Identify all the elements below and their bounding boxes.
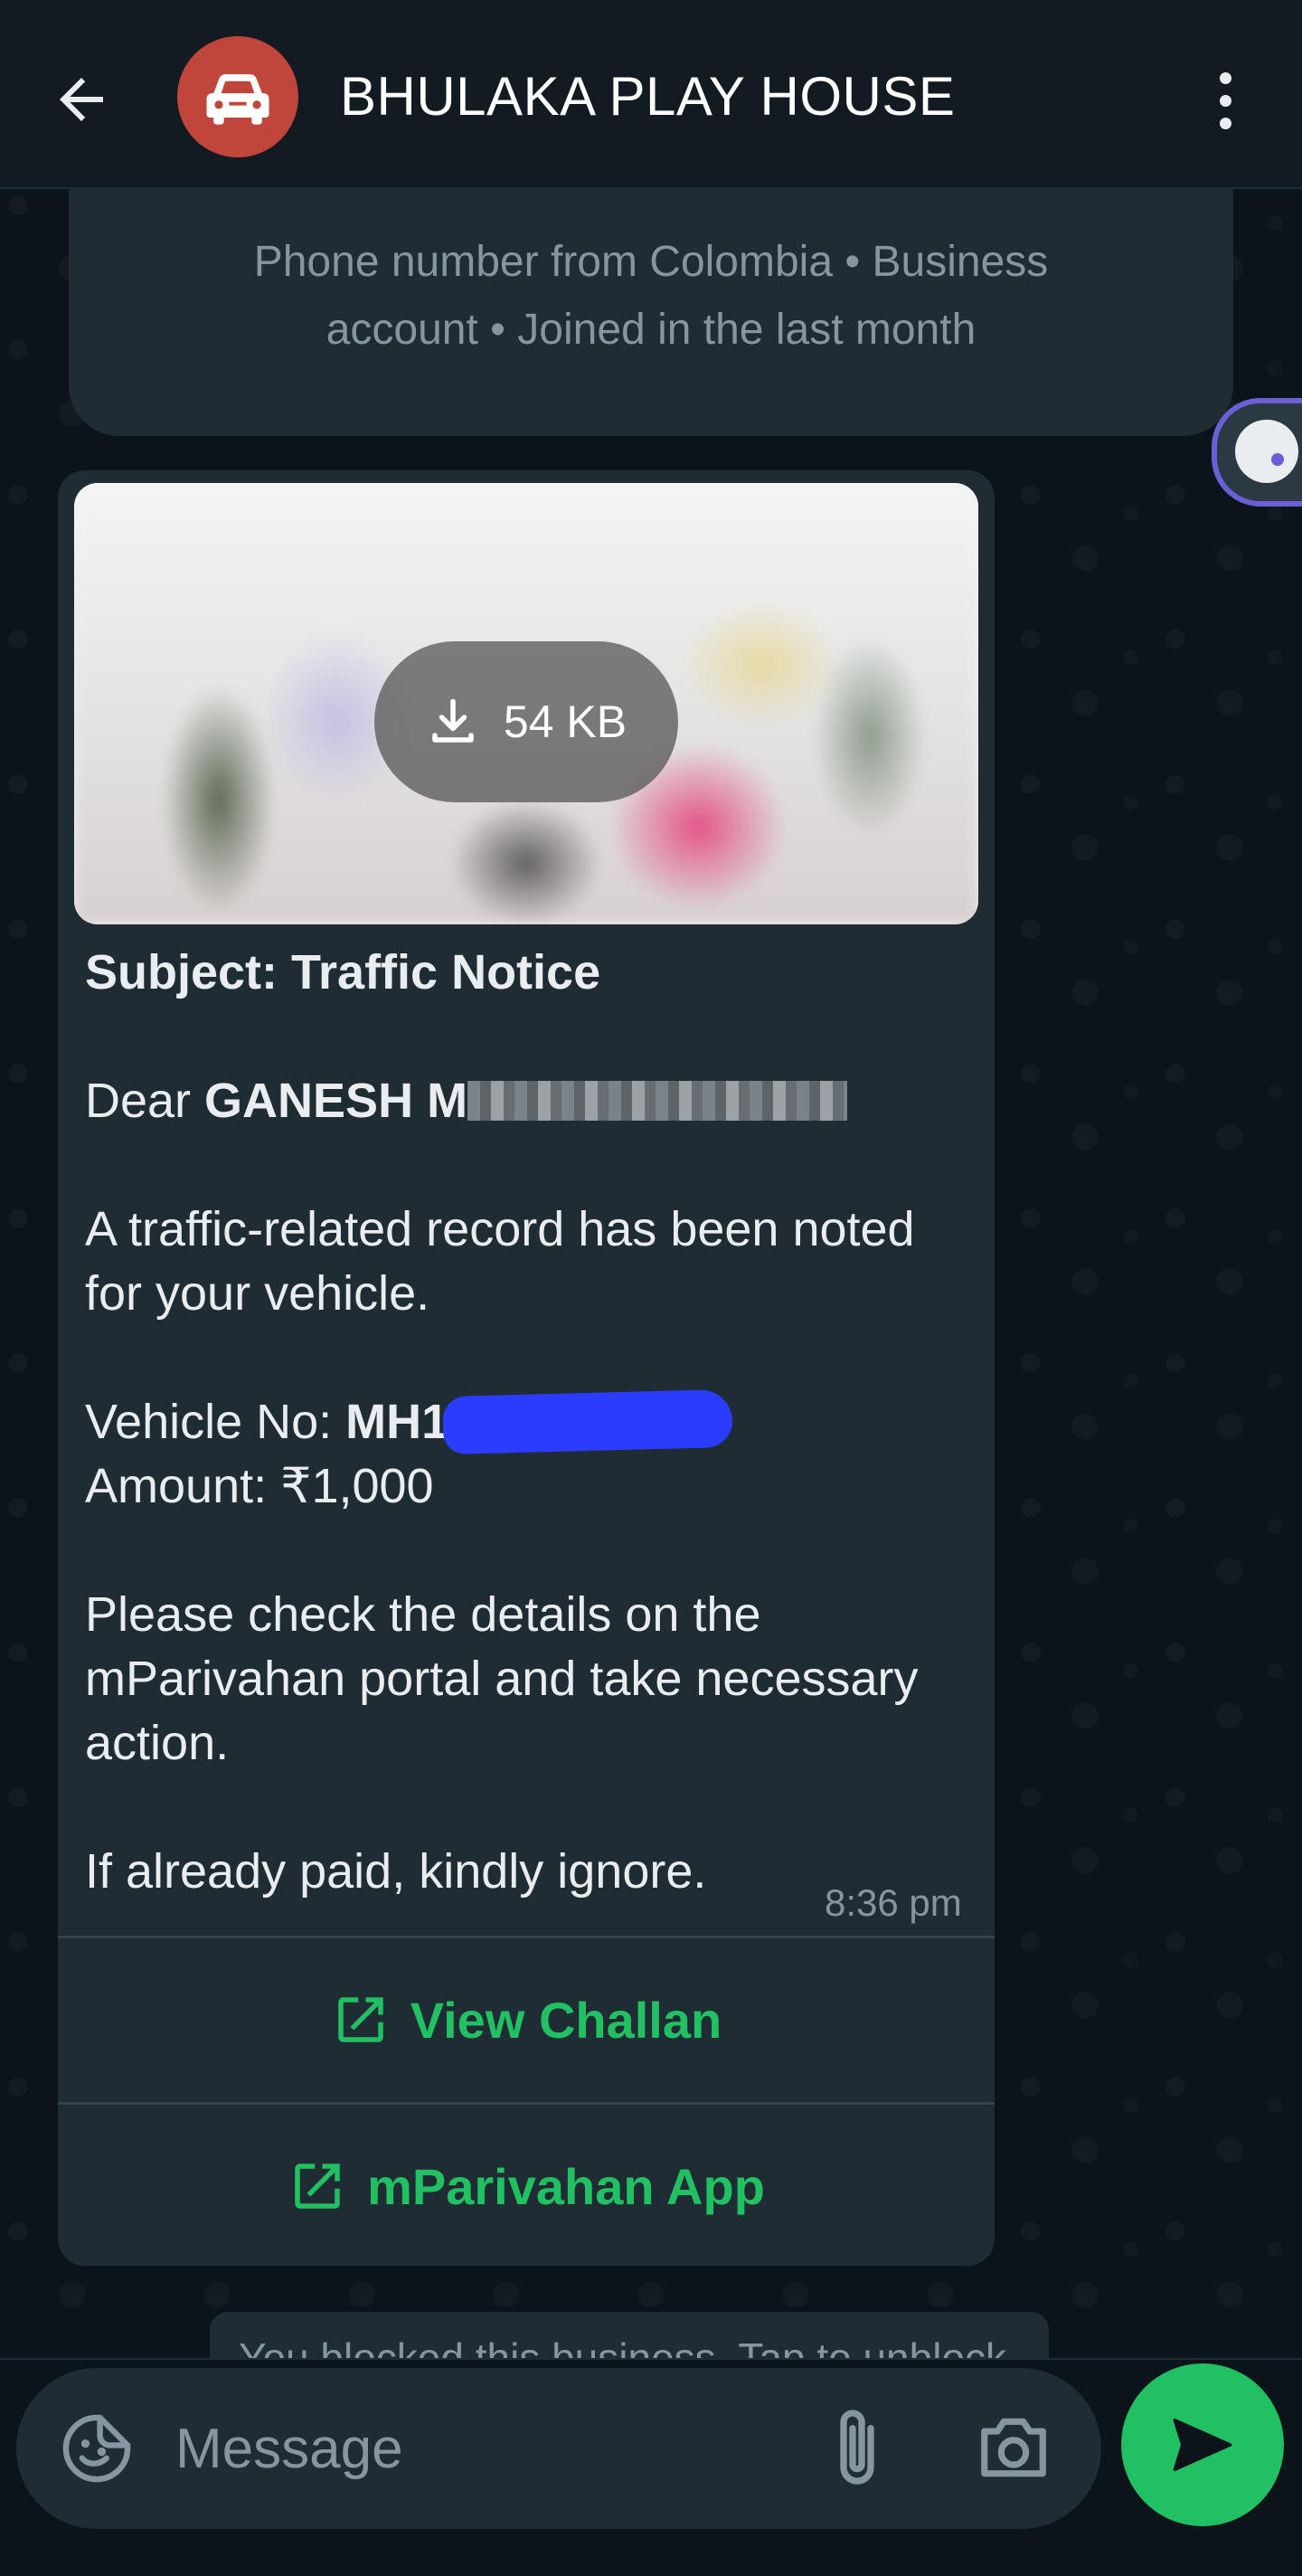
divider (58, 2102, 995, 2105)
business-info-card: Phone number from Colombia • Business ac… (69, 187, 1233, 436)
chat-title[interactable]: BHULAKA PLAY HOUSE (340, 65, 955, 128)
vehicle-details: Vehicle No: MH1 Amount: ₹1,000 (85, 1388, 971, 1519)
more-options-button[interactable] (1194, 60, 1257, 141)
mparivahan-app-button[interactable]: mParivahan App (58, 2106, 995, 2266)
message-bubble: 54 KB Subject: Traffic Notice Dear GANES… (58, 470, 995, 2266)
message-text: Subject: Traffic Notice Dear GANESH M A … (85, 941, 971, 1968)
avatar[interactable] (177, 36, 298, 157)
send-icon (1173, 2418, 1232, 2472)
download-icon (432, 698, 474, 743)
message-time: 8:36 pm (825, 1881, 962, 1924)
paperclip-icon[interactable] (821, 2404, 893, 2495)
business-info-text: Phone number from Colombia • Business ac… (253, 238, 1049, 354)
divider (58, 1936, 995, 1938)
external-link-icon (338, 1997, 383, 2042)
subject-line: Subject: Traffic Notice (85, 945, 601, 999)
amount-line: Amount: ₹1,000 (85, 1459, 434, 1513)
view-challan-button[interactable]: View Challan (58, 1939, 995, 2100)
back-button[interactable] (36, 54, 127, 145)
notice-line: A traffic-related record has been noted … (85, 1202, 915, 1321)
file-size-label: 54 KB (503, 696, 627, 747)
image-attachment[interactable]: 54 KB (74, 483, 978, 924)
instruction-line: Please check the details on the mParivah… (85, 1587, 919, 1770)
floating-assistant-bubble[interactable] (1212, 398, 1302, 507)
more-vertical-icon (1219, 71, 1231, 84)
message-input-box[interactable]: Message (16, 2368, 1101, 2529)
external-link-icon (295, 2164, 340, 2209)
send-button[interactable] (1121, 2363, 1284, 2526)
camera-icon[interactable] (975, 2411, 1052, 2484)
pixelated-redaction (467, 1081, 848, 1121)
car-icon (206, 74, 269, 125)
sticker-icon[interactable] (58, 2410, 136, 2487)
download-button[interactable]: 54 KB (374, 641, 678, 802)
message-input[interactable]: Message (175, 2417, 403, 2481)
redaction-scribble (442, 1388, 733, 1455)
greeting-line: Dear GANESH M (85, 1069, 971, 1133)
arrow-left-icon (60, 78, 103, 121)
chat-header: BHULAKA PLAY HOUSE (0, 0, 1302, 189)
